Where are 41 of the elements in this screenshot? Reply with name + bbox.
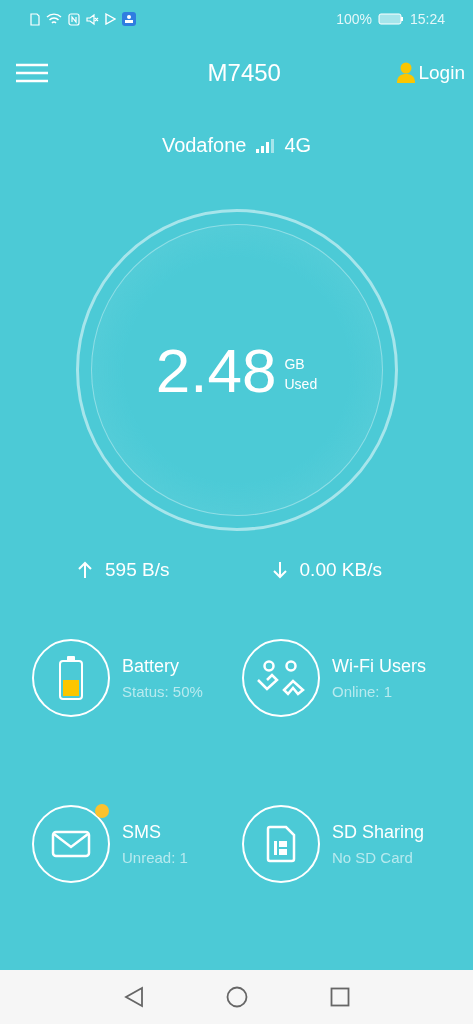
- nfc-icon: [68, 12, 80, 26]
- login-button[interactable]: Login: [396, 62, 465, 84]
- recents-button[interactable]: [329, 987, 350, 1007]
- data-unit: GB: [284, 356, 306, 372]
- signal-icon: [256, 138, 275, 153]
- envelope-icon: [51, 830, 91, 858]
- tile-title: Battery: [122, 656, 181, 677]
- tile-button[interactable]: [32, 805, 110, 883]
- tile-button[interactable]: [242, 639, 320, 717]
- data-used-value: 2.48: [155, 334, 277, 406]
- down-arrow-icon: [271, 561, 288, 579]
- user-icon: [396, 62, 417, 84]
- sim-icon: [30, 12, 40, 26]
- tile-subtitle: Online: 1: [332, 683, 394, 700]
- play-icon: [105, 13, 116, 25]
- home-button[interactable]: [225, 986, 248, 1008]
- app-icon: [122, 12, 136, 26]
- back-button[interactable]: [123, 986, 144, 1008]
- tile-subtitle: No SD Card: [332, 849, 414, 866]
- users-icon: [255, 660, 307, 696]
- mute-icon: [86, 12, 99, 26]
- battery-icon: [377, 13, 404, 25]
- tile-title: SMS: [122, 822, 162, 843]
- clock-time: 15:24: [409, 11, 445, 27]
- carrier-name: Vodafone: [161, 134, 247, 157]
- sd-card-icon: [266, 825, 296, 863]
- upload-speed: 595 B/s: [105, 559, 170, 581]
- tile-subtitle: Status: 50%: [122, 683, 203, 700]
- tile-title: Wi-Fi Users: [332, 656, 426, 677]
- battery-percent: 100%: [336, 11, 372, 27]
- up-arrow-icon: [77, 561, 94, 579]
- menu-button[interactable]: [16, 63, 48, 83]
- wifi-icon: [46, 12, 62, 26]
- network-type: 4G: [284, 134, 312, 157]
- tile-title: SD Sharing: [332, 822, 425, 843]
- device-title: M7450: [207, 59, 281, 87]
- download-speed: 0.00 KB/s: [299, 559, 382, 581]
- tile-button[interactable]: [242, 805, 320, 883]
- tile-button[interactable]: [32, 639, 110, 717]
- data-used-label: Used: [284, 376, 318, 392]
- tile-subtitle: Unread: 1: [122, 849, 188, 866]
